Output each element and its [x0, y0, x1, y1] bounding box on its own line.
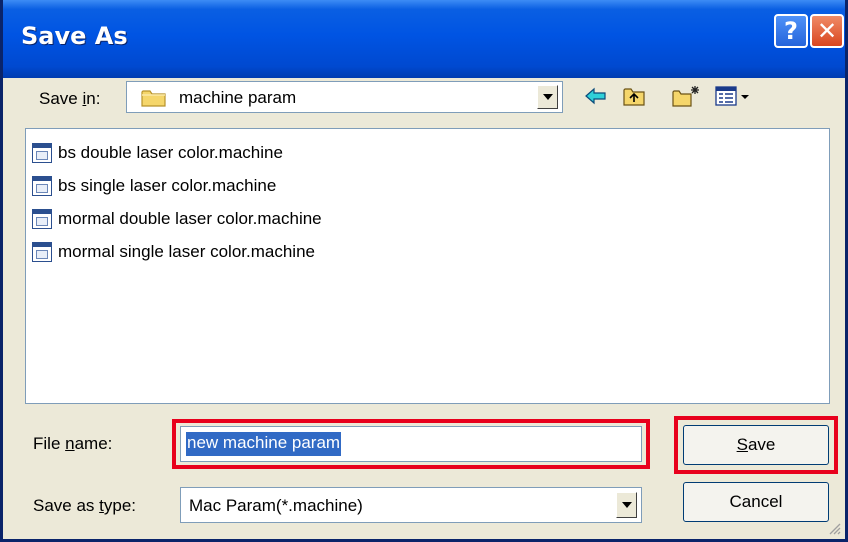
resize-grip-icon[interactable]: [827, 521, 841, 535]
list-item[interactable]: bs single laser color.machine: [32, 173, 276, 199]
save-in-value: machine param: [179, 88, 297, 107]
file-name-field[interactable]: new machine param: [180, 426, 642, 462]
close-button[interactable]: ✕: [810, 14, 844, 48]
close-icon: ✕: [816, 17, 838, 45]
save-as-type-label: Save as type:: [33, 496, 137, 515]
chevron-down-icon: [621, 502, 632, 508]
save-in-label: Save in:: [39, 89, 101, 108]
save-button-label: Save: [736, 435, 776, 454]
folder-icon: [141, 90, 166, 107]
save-as-dialog: Save As ? ✕ Save in: machine param bs do…: [0, 0, 848, 542]
help-button[interactable]: ?: [774, 14, 808, 48]
file-name-value: new machine param: [186, 432, 342, 456]
list-item[interactable]: mormal double laser color.machine: [32, 206, 322, 232]
save-in-dropdown[interactable]: machine param: [126, 81, 563, 113]
up-folder-icon: [623, 88, 645, 106]
up-folder-button[interactable]: [621, 83, 647, 109]
file-name: mormal single laser color.machine: [58, 242, 315, 261]
cancel-button[interactable]: Cancel: [683, 482, 829, 522]
new-folder-icon: [672, 86, 699, 107]
file-name-label: File name:: [33, 434, 113, 453]
view-menu-icon: [715, 86, 749, 106]
dialog-title: Save As: [21, 22, 128, 50]
cancel-button-label: Cancel: [729, 492, 783, 511]
file-list[interactable]: bs double laser color.machine bs single …: [25, 128, 830, 404]
save-as-type-dropdown-button[interactable]: [616, 492, 637, 518]
save-in-dropdown-button[interactable]: [537, 85, 558, 109]
chevron-down-icon: [542, 94, 553, 100]
view-menu-button[interactable]: [713, 83, 753, 109]
file-name: bs double laser color.machine: [58, 143, 283, 162]
file-icon: [32, 242, 52, 262]
file-icon: [32, 176, 52, 196]
back-icon: [585, 87, 606, 105]
save-as-type-dropdown[interactable]: Mac Param(*.machine): [180, 487, 642, 523]
file-icon: [32, 209, 52, 229]
save-button[interactable]: Save: [683, 425, 829, 465]
back-button[interactable]: [583, 83, 609, 109]
new-folder-button[interactable]: [671, 83, 701, 109]
file-icon: [32, 143, 52, 163]
list-item[interactable]: mormal single laser color.machine: [32, 239, 315, 265]
help-icon: ?: [784, 17, 798, 45]
list-item[interactable]: bs double laser color.machine: [32, 140, 283, 166]
save-as-type-value: Mac Param(*.machine): [189, 496, 363, 515]
file-name: mormal double laser color.machine: [58, 209, 322, 228]
file-name: bs single laser color.machine: [58, 176, 277, 195]
title-bar[interactable]: Save As ? ✕: [3, 0, 845, 78]
